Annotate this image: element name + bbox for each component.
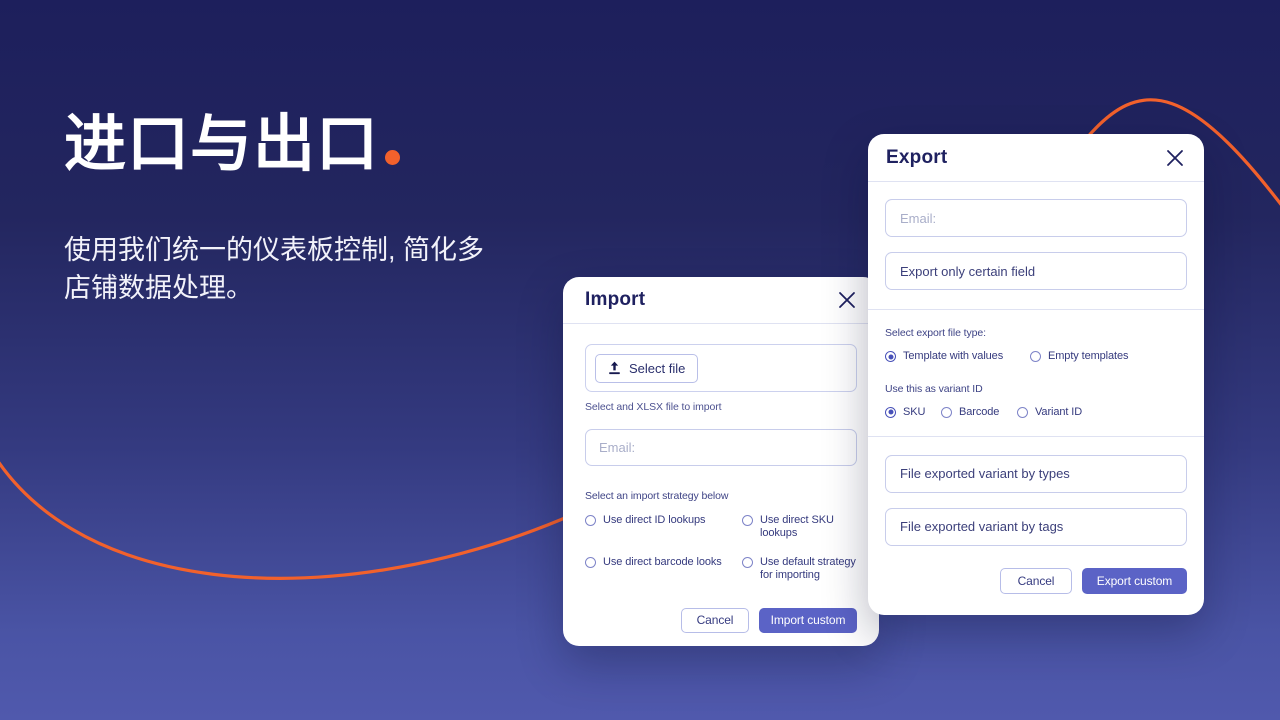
radio-variant-id[interactable]: Variant ID (1017, 406, 1187, 419)
export-custom-button[interactable]: Export custom (1082, 567, 1187, 594)
radio-use-default-strategy-for-importing[interactable]: Use default strategy for importing (742, 556, 857, 582)
select-file-button[interactable]: Select file (595, 353, 699, 383)
divider (868, 309, 1204, 310)
radio-label: Variant ID (1035, 405, 1083, 418)
radio-label: Empty templates (1048, 350, 1129, 362)
export-variant-by-tags-value: File exported variant by tags (900, 519, 1064, 535)
radio-label: Template with values (903, 350, 1004, 362)
radio-icon (1030, 351, 1041, 362)
radio-icon (742, 515, 753, 526)
cancel-button[interactable]: Cancel (681, 607, 749, 633)
import-custom-button[interactable]: Import custom (759, 607, 857, 633)
divider (868, 435, 1204, 437)
export-certain-field-input[interactable]: Export only certain field (885, 252, 1187, 290)
radio-label: Use direct SKU lookups (760, 514, 834, 539)
select-file-label: Select file (629, 360, 686, 376)
export-variant-id-label: Use this as variant ID (885, 382, 983, 395)
radio-icon (585, 556, 596, 568)
page-title-text: 进口与出口 (64, 110, 380, 179)
file-dropzone[interactable]: Select file (585, 344, 857, 392)
upload-icon (608, 361, 621, 375)
hero-slide: 进口与出口 使用我们统一的仪表板控制, 简化多店铺数据处理。 Import Se… (0, 0, 1280, 720)
radio-label: Use direct ID lookups (603, 514, 706, 526)
export-certain-field-value: Export only certain field (900, 263, 1036, 279)
close-icon[interactable] (835, 288, 859, 312)
radio-barcode[interactable]: Barcode (941, 406, 1017, 419)
close-icon[interactable] (1163, 146, 1187, 170)
import-modal: Import Select file Select and XLSX file … (563, 277, 879, 646)
import-modal-body: Select file Select and XLSX file to impo… (563, 324, 879, 633)
import-email-placeholder: Email: (599, 440, 636, 455)
export-variant-by-tags-input[interactable]: File exported variant by tags (885, 507, 1187, 546)
export-modal-title: Export (886, 146, 948, 168)
export-email-field[interactable]: Email: (885, 199, 1187, 237)
radio-icon (585, 515, 596, 526)
radio-icon (885, 351, 896, 362)
export-modal-footer: Cancel Export custom (885, 567, 1187, 594)
import-modal-header: Import (563, 277, 879, 324)
page-title: 进口与出口 (64, 110, 584, 179)
import-modal-title: Import (585, 289, 646, 310)
export-variant-by-types-value: File exported variant by types (900, 466, 1070, 482)
page-subtitle: 使用我们统一的仪表板控制, 简化多店铺数据处理。 (64, 234, 485, 304)
radio-label: Use direct barcode looks (603, 555, 722, 568)
export-file-type-label: Select export file type: (885, 327, 986, 339)
import-strategy-radio-group: Use direct ID lookups Use direct SKU loo… (585, 514, 857, 582)
radio-label: SKU (903, 405, 926, 418)
orange-dot-icon (385, 150, 401, 165)
radio-use-direct-id-lookups[interactable]: Use direct ID lookups (585, 514, 742, 540)
cancel-button[interactable]: Cancel (1000, 567, 1072, 594)
radio-icon (941, 406, 952, 418)
radio-label: Barcode (959, 405, 1000, 418)
import-strategy-label: Select an import strategy below (585, 490, 729, 502)
file-helper-text: Select and XLSX file to import (585, 401, 722, 413)
export-modal: Export Email: Export only certain field … (868, 134, 1204, 615)
export-file-type-radio-group: Template with values Empty templates (885, 350, 1187, 363)
export-variant-id-radio-group: SKU Barcode Variant ID (885, 406, 1187, 419)
export-modal-header: Export (868, 134, 1204, 182)
hero-copy: 进口与出口 使用我们统一的仪表板控制, 简化多店铺数据处理。 (64, 110, 584, 308)
radio-icon (742, 556, 753, 568)
import-modal-footer: Cancel Import custom (585, 607, 857, 633)
radio-label: Use default strategy for importing (760, 555, 856, 581)
export-modal-body: Email: Export only certain field Select … (868, 182, 1204, 594)
radio-icon (885, 406, 896, 418)
export-variant-by-types-input[interactable]: File exported variant by types (885, 454, 1187, 493)
radio-sku[interactable]: SKU (885, 406, 941, 419)
radio-use-direct-sku-lookups[interactable]: Use direct SKU lookups (742, 514, 857, 540)
radio-icon (1017, 406, 1028, 418)
import-email-field[interactable]: Email: (585, 429, 857, 466)
radio-empty-templates[interactable]: Empty templates (1030, 350, 1187, 363)
radio-template-with-values[interactable]: Template with values (885, 350, 1030, 363)
export-email-placeholder: Email: (900, 210, 937, 226)
radio-use-direct-barcode-looks[interactable]: Use direct barcode looks (585, 556, 742, 582)
